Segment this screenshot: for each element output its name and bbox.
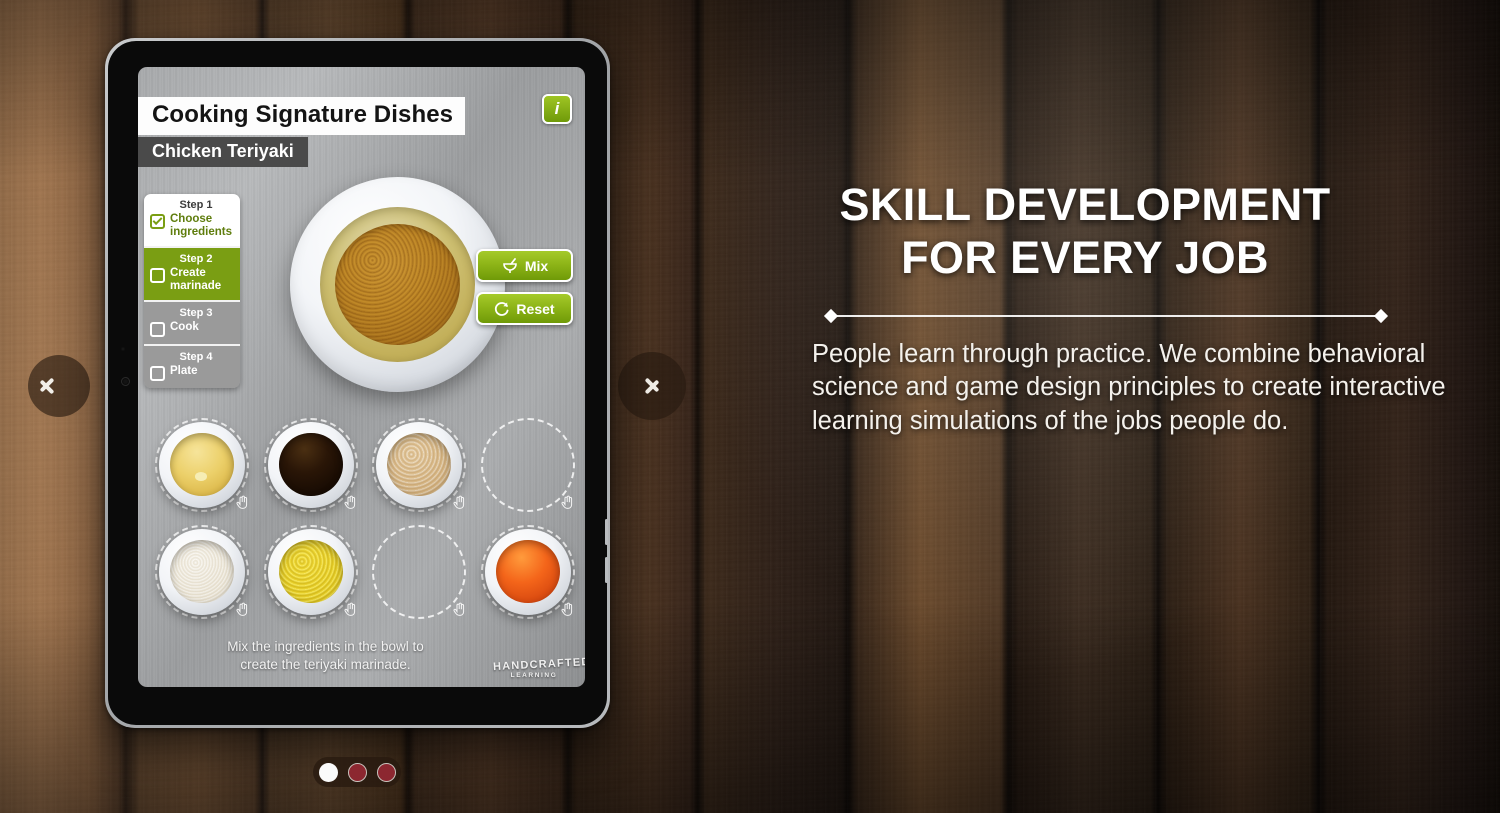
divider-line: [831, 315, 1381, 317]
step-number: Step 1: [179, 199, 213, 211]
volume-up-button[interactable]: [605, 519, 608, 545]
ingredient-contents: [495, 539, 560, 604]
ingredient-slot-empty-slot-1[interactable]: [476, 412, 581, 517]
tap-hand-icon: [344, 602, 356, 616]
headline-line-2: FOR EVERY JOB: [901, 232, 1269, 284]
caption-line-1: Mix the ingredients in the bowl to: [227, 639, 424, 655]
step-item-4[interactable]: Step 4 Plate: [144, 345, 240, 388]
carousel-dot-1[interactable]: [318, 762, 338, 782]
ingredient-bowl-ginger[interactable]: [267, 528, 354, 615]
reset-circular-arrow-icon: [495, 301, 509, 316]
slide-stage: Cooking Signature Dishes Chicken Teriyak…: [0, 0, 1500, 813]
headline: SKILL DEVELOPMENT FOR EVERY JOB: [700, 178, 1470, 284]
carousel-next-button[interactable]: [618, 352, 686, 420]
step-label: Create marinade: [170, 266, 222, 292]
mixing-bowl[interactable]: [290, 177, 505, 392]
app-subtitle: Chicken Teriyaki: [138, 137, 308, 167]
step-checkbox[interactable]: [150, 214, 165, 230]
info-icon: i: [554, 99, 560, 118]
handcrafted-learning-logo: HANDCRAFTED LEARNING: [492, 656, 585, 679]
diamond-divider: [823, 308, 1389, 324]
tap-hand-icon: [561, 495, 573, 509]
step-item-2[interactable]: Step 2 Create marinade: [144, 247, 240, 302]
camera-icon: [121, 377, 130, 386]
check-icon: [152, 215, 163, 226]
tap-hand-icon: [235, 495, 247, 509]
tap-hand-icon: [235, 602, 247, 616]
ingredient-slot-empty-slot-2[interactable]: [367, 519, 472, 624]
ingredient-grid: [150, 412, 580, 624]
ingredient-bowl-oil[interactable]: [159, 421, 246, 508]
carousel-dots: [313, 757, 401, 787]
step-label: Plate: [170, 364, 198, 377]
reset-button[interactable]: Reset: [476, 292, 573, 325]
ingredient-contents: [387, 432, 452, 497]
logo-sub-text: LEARNING: [510, 672, 558, 679]
step-checkbox[interactable]: [150, 267, 165, 283]
chevron-left-icon: [49, 369, 69, 403]
ingredient-bowl-flour[interactable]: [159, 528, 246, 615]
text-panel: SKILL DEVELOPMENT FOR EVERY JOB People l…: [700, 0, 1500, 813]
info-button[interactable]: i: [542, 94, 572, 124]
ingredient-bowl-soy-sauce[interactable]: [267, 421, 354, 508]
tap-hand-icon: [452, 602, 464, 616]
step-number: Step 2: [179, 252, 213, 265]
ingredient-slot-flour[interactable]: [150, 519, 255, 624]
tablet-bezel: Cooking Signature Dishes Chicken Teriyak…: [108, 41, 608, 725]
sensor-icon: [121, 347, 125, 351]
step-checkbox[interactable]: [150, 365, 165, 381]
carousel-dot-2[interactable]: [347, 762, 367, 782]
step-item-3[interactable]: Step 3 Cook: [144, 301, 240, 346]
headline-line-1: SKILL DEVELOPMENT: [839, 179, 1331, 230]
mix-button[interactable]: Mix: [476, 249, 573, 282]
tap-hand-icon: [452, 495, 464, 509]
ingredient-contents: [278, 432, 343, 497]
chevron-right-icon: [642, 369, 662, 403]
ingredient-slot-oil[interactable]: [150, 412, 255, 517]
volume-down-button[interactable]: [605, 557, 608, 583]
bowl-mixture: [335, 224, 460, 345]
step-label: Cook: [170, 320, 199, 333]
step-label: Choose ingredients: [170, 213, 232, 238]
carousel-prev-button[interactable]: [28, 355, 90, 417]
ingredient-slot-chili-sauce[interactable]: [476, 519, 581, 624]
tap-hand-icon: [561, 602, 573, 616]
mortar-pestle-icon: [503, 257, 517, 273]
step-number: Step 3: [179, 306, 213, 319]
action-button-group: Mix Reset: [476, 249, 573, 335]
ingredient-bowl-garlic[interactable]: [376, 421, 463, 508]
reset-button-label: Reset: [516, 300, 555, 317]
ingredient-slot-ginger[interactable]: [259, 519, 364, 624]
body-copy: People learn through practice. We combin…: [812, 340, 1446, 435]
ingredient-contents: [278, 539, 343, 604]
caption-line-2: create the teriyaki marinade.: [240, 656, 411, 672]
tap-hand-icon: [344, 495, 356, 509]
step-checkbox[interactable]: [150, 321, 165, 337]
ingredient-bowl-chili-sauce[interactable]: [484, 528, 571, 615]
ingredient-contents: [170, 539, 235, 604]
diamond-right-icon: [1373, 308, 1389, 324]
tablet-device: Cooking Signature Dishes Chicken Teriyak…: [105, 38, 610, 728]
step-list: Step 1 Choose ingredients Step 2 Create mar…: [144, 194, 240, 388]
step-item-1[interactable]: Step 1 Choose ingredients: [144, 194, 240, 248]
ingredient-slot-soy-sauce[interactable]: [259, 412, 364, 517]
carousel-dot-3[interactable]: [376, 762, 396, 782]
ingredient-slot-garlic[interactable]: [367, 412, 472, 517]
step-number: Step 4: [179, 350, 213, 363]
app-title: Cooking Signature Dishes: [138, 97, 466, 135]
ingredient-contents: [170, 432, 235, 497]
logo-main-text: HANDCRAFTED: [492, 656, 585, 674]
tablet-screen: Cooking Signature Dishes Chicken Teriyak…: [138, 67, 585, 687]
mix-button-label: Mix: [524, 257, 549, 274]
